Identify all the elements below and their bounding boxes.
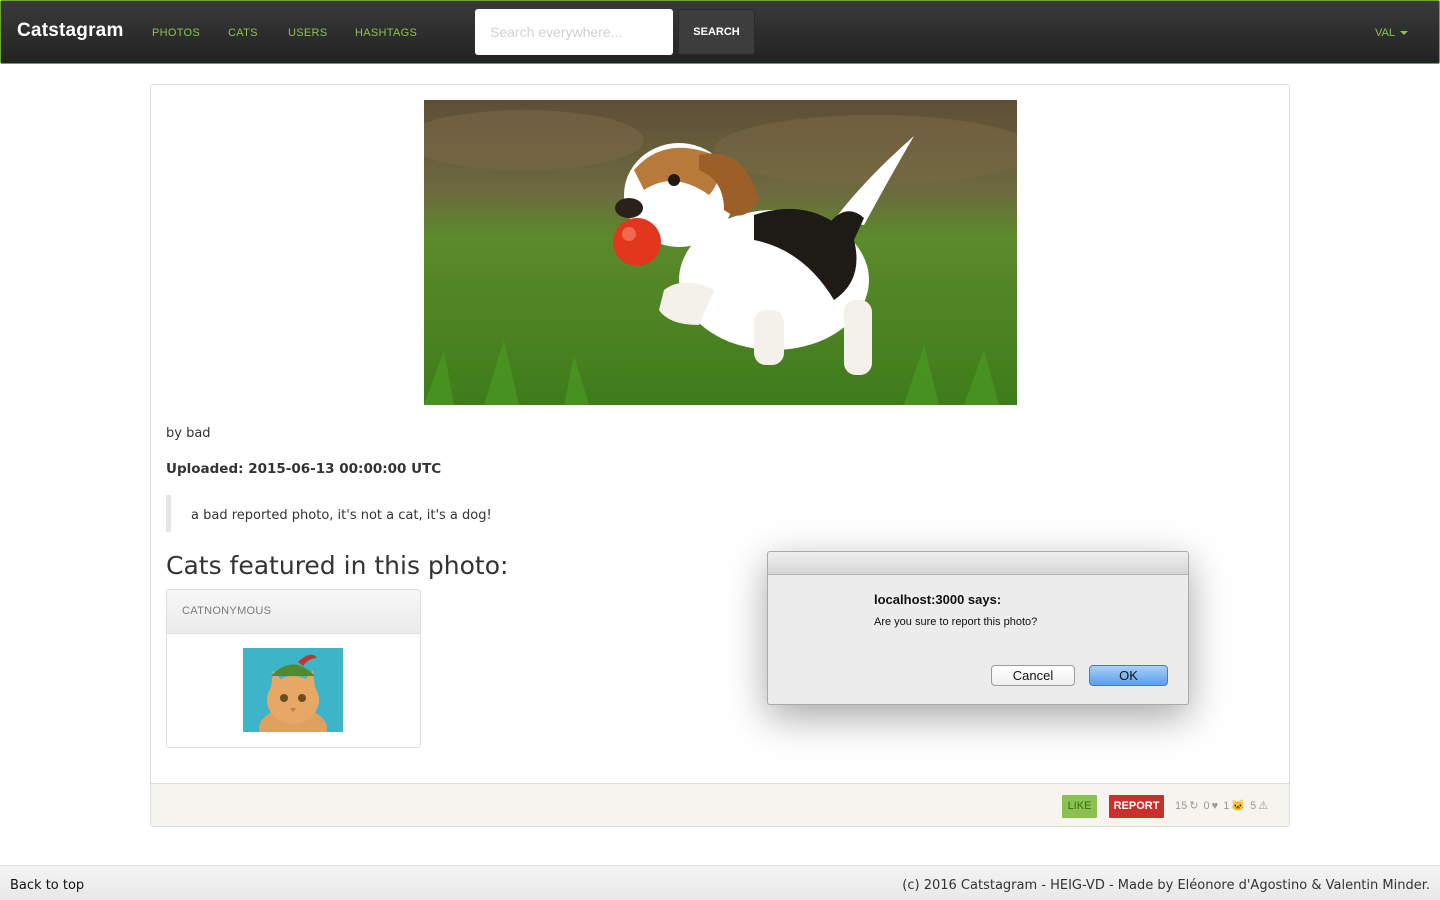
author-link-2[interactable]: Valentin Minder	[1326, 878, 1426, 893]
dialog-titlebar[interactable]	[768, 552, 1188, 575]
ok-button[interactable]: OK	[1089, 665, 1168, 686]
navbar: Catstagram PHOTOS CATS USERS HASHTAGS SE…	[0, 0, 1440, 64]
warning-icon: ⚠	[1258, 800, 1269, 812]
back-to-top-link[interactable]: Back to top	[10, 878, 84, 893]
cat-face-icon: 🐱	[1231, 800, 1246, 812]
dialog-message: Are you sure to report this photo?	[874, 616, 1038, 628]
dog-photo-illustration	[424, 100, 1017, 405]
upload-date: Uploaded: 2015-06-13 00:00:00 UTC	[166, 461, 442, 477]
user-menu-label: VAL	[1375, 27, 1395, 39]
photo-author: by bad	[166, 426, 211, 441]
cancel-button[interactable]: Cancel	[991, 665, 1075, 686]
credits-amp: &	[1307, 878, 1326, 893]
like-button[interactable]: LIKE	[1062, 795, 1097, 818]
views-count: 15	[1175, 800, 1188, 812]
reposts-count: 0	[1203, 800, 1210, 812]
photo-description: a bad reported photo, it's not a cat, it…	[166, 495, 666, 532]
nav-users[interactable]: USERS	[288, 27, 327, 39]
cat-thumbnail[interactable]	[243, 648, 343, 732]
dialog-title: localhost:3000 says:	[874, 592, 1002, 607]
report-button[interactable]: REPORT	[1109, 795, 1164, 818]
footer-credits: (c) 2016 Catstagram - HEIG-VD - Made by …	[902, 878, 1430, 893]
credits-prefix: (c) 2016 Catstagram - HEIG-VD - Made by	[902, 878, 1178, 893]
credits-suffix: .	[1425, 878, 1430, 893]
cats-featured-heading: Cats featured in this photo:	[166, 551, 509, 580]
heart-icon: ♥	[1211, 800, 1219, 812]
user-menu[interactable]: VAL	[1375, 27, 1408, 39]
author-link-1[interactable]: Eléonore d'Agostino	[1177, 878, 1307, 893]
photo-image	[424, 100, 1017, 405]
nav-photos[interactable]: PHOTOS	[152, 27, 200, 39]
nav-cats[interactable]: CATS	[228, 27, 258, 39]
repost-icon: ↻	[1189, 800, 1199, 812]
nav-hashtags[interactable]: HASHTAGS	[355, 27, 417, 39]
photo-stats: 15 ↻ 0 ♥ 1 🐱 5 ⚠	[1175, 799, 1270, 812]
photo-panel: by bad Uploaded: 2015-06-13 00:00:00 UTC…	[150, 84, 1290, 827]
page-footer: Back to top (c) 2016 Catstagram - HEIG-V…	[0, 865, 1440, 900]
likes-count: 1	[1223, 800, 1230, 812]
cat-card[interactable]: CATNONYMOUS	[166, 589, 421, 748]
photo-actions-bar: LIKE REPORT 15 ↻ 0 ♥ 1 🐱 5 ⚠	[151, 783, 1289, 826]
chevron-down-icon	[1399, 31, 1408, 36]
cats-count: 5	[1250, 800, 1257, 812]
cat-card-name: CATNONYMOUS	[167, 590, 420, 634]
search-input[interactable]	[475, 9, 673, 55]
brand-logo[interactable]: Catstagram	[17, 20, 124, 42]
confirm-dialog: localhost:3000 says: Are you sure to rep…	[767, 551, 1189, 705]
cat-photo-illustration	[243, 648, 343, 732]
search-button[interactable]: SEARCH	[678, 9, 755, 55]
